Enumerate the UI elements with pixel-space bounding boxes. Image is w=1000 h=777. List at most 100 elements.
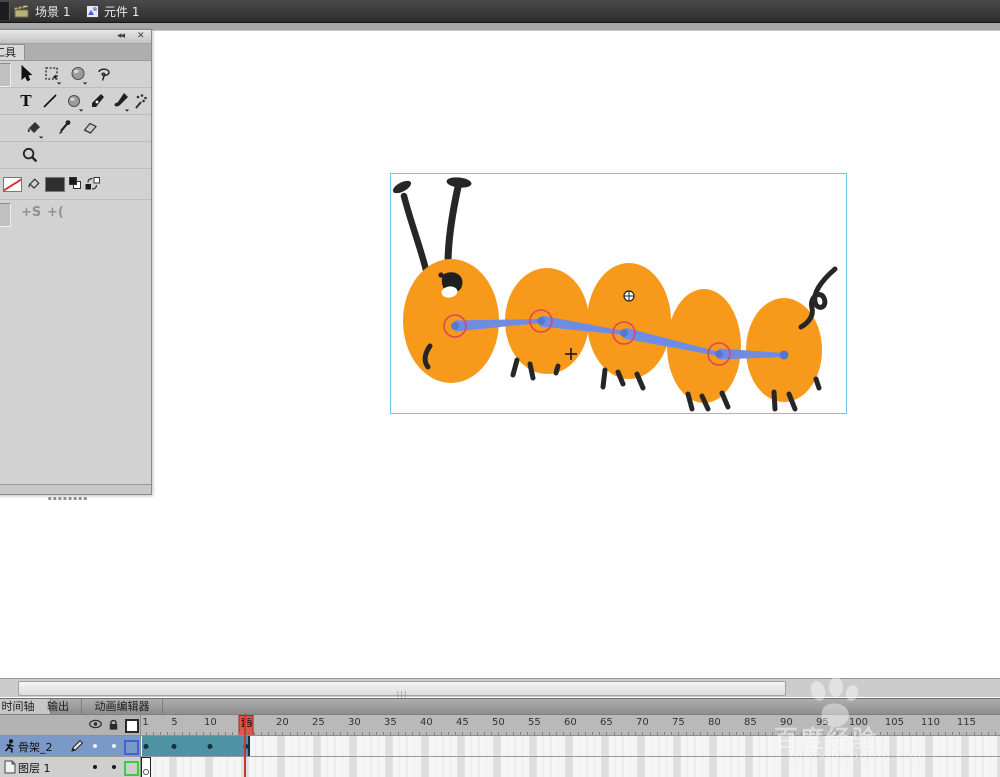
no-color-indicator <box>3 177 22 191</box>
clipped-tool-button[interactable] <box>0 90 11 112</box>
free-transform-tool-button[interactable] <box>41 63 63 85</box>
layer-lock-dot[interactable] <box>112 744 116 748</box>
clipped-tool-button[interactable] <box>0 63 11 87</box>
frame-tick <box>347 732 348 735</box>
straighten-option-button[interactable]: +( <box>47 205 64 220</box>
line-tool-button[interactable] <box>39 90 61 112</box>
layer-row-armature[interactable]: 骨架_2 <box>0 736 140 757</box>
symbol-breadcrumb[interactable]: 元件 1 <box>86 0 139 22</box>
smooth-option-button[interactable]: +S <box>21 205 41 220</box>
frame-number-label: 35 <box>384 717 397 728</box>
frame-tick <box>988 732 989 735</box>
frame-number-label: 95 <box>816 717 829 728</box>
layer-visibility-dot[interactable] <box>93 765 97 769</box>
outline-view-icon[interactable] <box>125 719 139 733</box>
blank-keyframe-cell[interactable] <box>141 757 151 777</box>
tool-row-4 <box>0 142 151 169</box>
snap-option-button[interactable] <box>0 203 11 227</box>
oval-tool-button[interactable] <box>63 90 85 112</box>
paint-bucket-tool-button[interactable] <box>23 117 45 139</box>
pose-keyframe-dot[interactable] <box>244 744 249 749</box>
frame-tick <box>657 732 658 735</box>
frame-tick <box>491 732 492 735</box>
ik-joint[interactable] <box>715 350 723 358</box>
ik-joint[interactable] <box>620 329 628 337</box>
collapse-panel-icon[interactable]: ◂◂ <box>117 30 124 43</box>
pen-tool-button[interactable] <box>87 90 109 112</box>
blank-keyframe-icon <box>143 769 149 775</box>
tab-output[interactable]: 输出 <box>35 699 82 714</box>
3d-rotation-tool-button[interactable] <box>67 63 89 85</box>
frame-tick <box>758 732 759 735</box>
layer-outline-color-swatch[interactable] <box>124 761 139 776</box>
clapboard-icon <box>14 5 30 18</box>
selection-tool-button[interactable] <box>15 63 37 85</box>
frame-tick <box>902 732 903 735</box>
frame-tick <box>916 732 917 735</box>
stage-selection-bounds[interactable] <box>390 173 847 414</box>
tool-options-row: +S +( <box>0 200 151 228</box>
ik-joint[interactable] <box>537 317 545 325</box>
tools-panel-titlebar[interactable]: ◂◂ ✕ <box>0 30 151 44</box>
frame-tick <box>981 732 982 735</box>
antennae <box>391 176 472 270</box>
pose-keyframe-dot[interactable] <box>172 744 177 749</box>
frame-tick <box>462 732 463 735</box>
horizontal-scrollbar-thumb[interactable]: ||| <box>18 681 786 696</box>
frame-tick <box>232 732 233 735</box>
pose-keyframe-dot[interactable] <box>143 744 148 749</box>
frame-tick <box>167 732 168 735</box>
frame-tick <box>808 732 809 735</box>
tool-row-2: T <box>0 88 151 115</box>
layer-row-normal[interactable]: 图层 1 <box>0 757 140 777</box>
fill-bucket-icon <box>26 176 42 192</box>
frame-row-normal[interactable] <box>141 757 1000 777</box>
frame-tick <box>498 732 499 735</box>
lasso-tool-button[interactable] <box>93 63 115 85</box>
layer-lock-dot[interactable] <box>112 765 116 769</box>
frame-tick <box>707 732 708 735</box>
frame-tick <box>794 732 795 735</box>
tab-motion-editor[interactable]: 动画编辑器 <box>82 699 163 714</box>
scene-tab-label: 场景 1 <box>35 3 70 20</box>
timeline-tabbar: 时间轴 输出 动画编辑器 <box>0 699 1000 715</box>
tool-row-1 <box>0 61 151 88</box>
frame-row-armature[interactable] <box>141 736 1000 757</box>
horizontal-scrollbar[interactable]: ||| <box>0 678 1000 697</box>
eyedropper-tool-button[interactable] <box>53 117 75 139</box>
frame-tick <box>945 732 946 735</box>
frame-tick <box>275 732 276 735</box>
stroke-color-swatch[interactable] <box>3 177 22 192</box>
flash-application-window: 场景 1 元件 1 ◂◂ ✕ 工具 <box>0 0 1000 777</box>
lock-icon[interactable] <box>108 719 119 731</box>
fill-color-swatch[interactable] <box>45 177 65 192</box>
frame-number-label: 30 <box>348 717 361 728</box>
armature-pose-span[interactable] <box>142 736 250 756</box>
tools-panel-resize-grip[interactable]: ▪▪▪▪▪▪▪▪ <box>0 484 151 494</box>
show-hide-eye-icon[interactable] <box>89 719 102 729</box>
clipped-tool-button[interactable] <box>0 117 9 139</box>
zoom-tool-button[interactable] <box>19 144 41 166</box>
frames-header-ruler[interactable]: 15 1510152025303540455055606570758085909… <box>141 715 1000 736</box>
text-tool-button[interactable]: T <box>15 90 37 112</box>
scene-breadcrumb[interactable]: 场景 1 <box>14 0 70 22</box>
frame-tick <box>837 732 838 735</box>
ik-joint[interactable] <box>451 322 459 330</box>
deco-tool-button[interactable] <box>130 90 152 112</box>
close-panel-icon[interactable]: ✕ <box>137 30 145 43</box>
brush-tool-button[interactable] <box>109 90 131 112</box>
frame-tick <box>614 732 615 735</box>
pose-keyframe-dot[interactable] <box>208 744 213 749</box>
frame-tick <box>700 732 701 735</box>
frame-tick <box>570 732 571 735</box>
frame-tick <box>909 732 910 735</box>
frame-tick <box>282 732 283 735</box>
layer-outline-color-swatch[interactable] <box>124 740 139 755</box>
layer-visibility-dot[interactable] <box>93 744 97 748</box>
swap-colors-icon[interactable] <box>85 177 100 190</box>
ik-joint[interactable] <box>780 351 789 360</box>
eraser-tool-button[interactable] <box>79 117 101 139</box>
stage-canvas[interactable] <box>391 174 846 413</box>
black-white-colors-icon[interactable] <box>69 177 82 190</box>
tools-panel-tab[interactable]: 工具 <box>0 44 25 60</box>
